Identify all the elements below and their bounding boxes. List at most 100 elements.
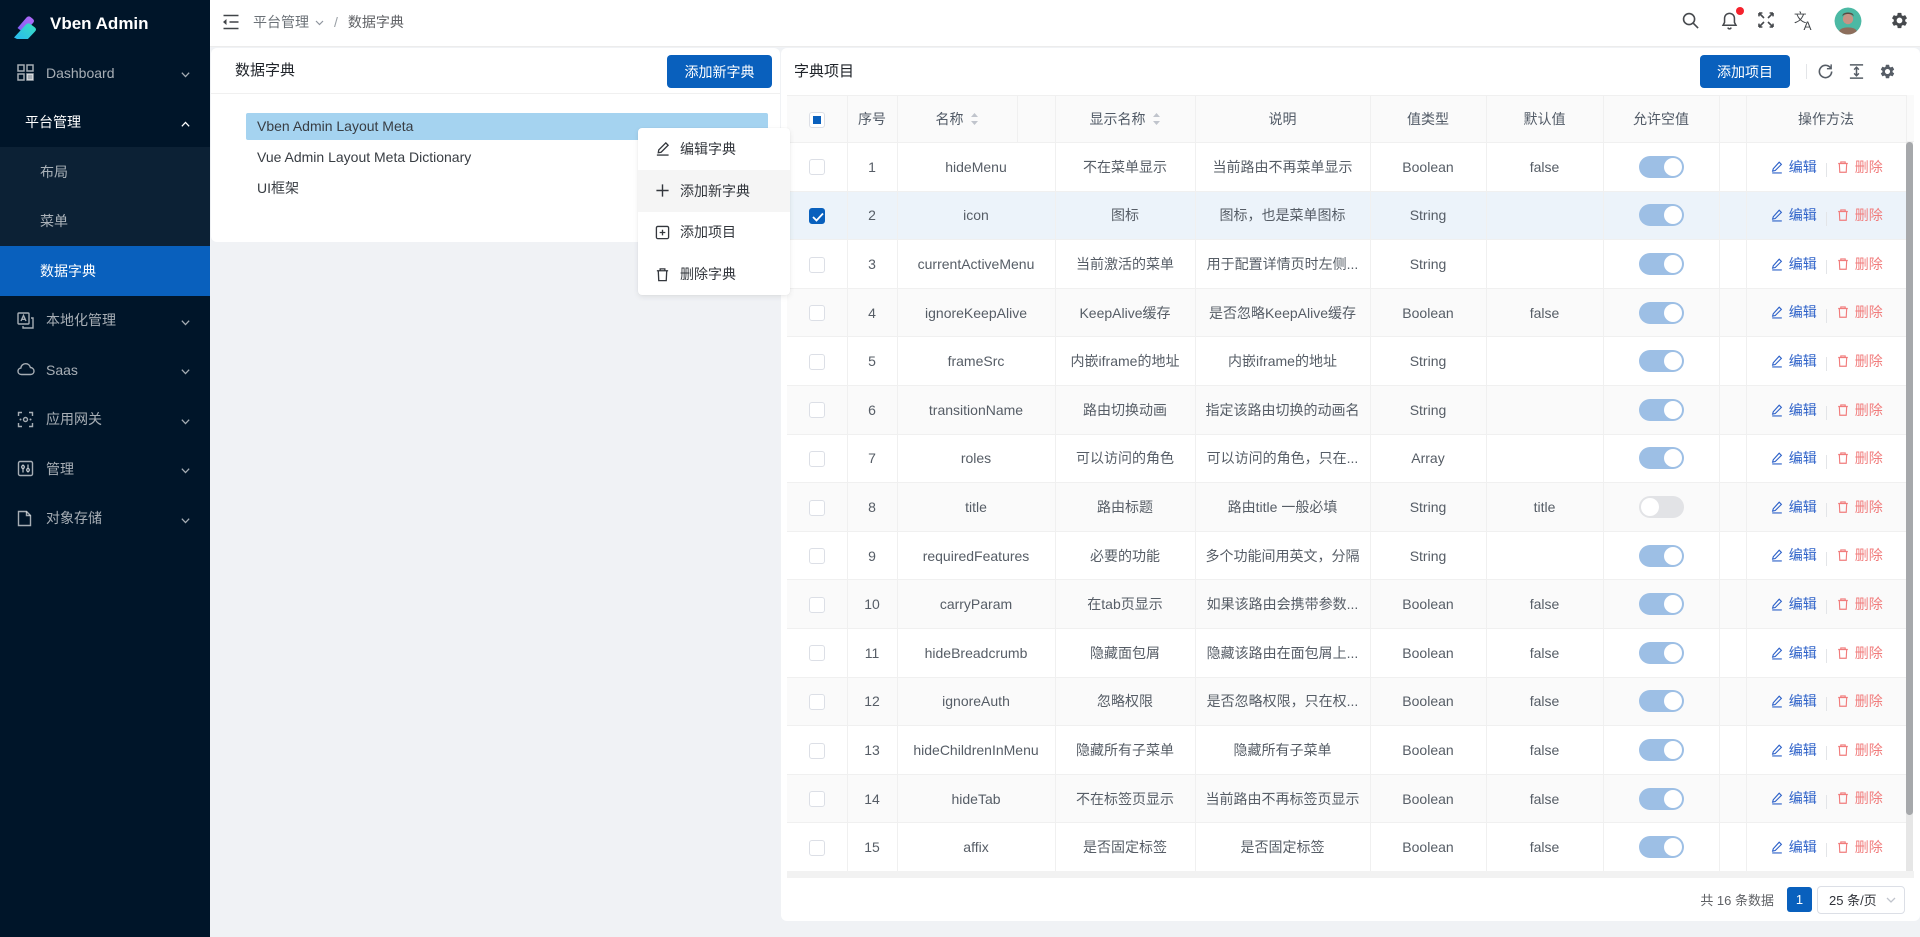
delete-link[interactable]: 删除 [1836,594,1883,614]
delete-link[interactable]: 删除 [1836,643,1883,663]
edit-link[interactable]: 编辑 [1770,205,1817,225]
context-menu-item-2[interactable]: 添加新字典 [638,170,790,212]
edit-link[interactable]: 编辑 [1770,497,1817,517]
edit-link[interactable]: 编辑 [1770,740,1817,760]
edit-link[interactable]: 编辑 [1770,837,1817,857]
edit-link[interactable]: 编辑 [1770,643,1817,663]
cell-type: Boolean [1370,677,1486,726]
header-cell-4[interactable]: 显示名称 [1055,96,1195,143]
delete-link[interactable]: 删除 [1836,302,1883,322]
edit-link[interactable]: 编辑 [1770,351,1817,371]
sort-carets-icon[interactable] [970,112,979,129]
sidebar-item-saas[interactable]: Saas [0,345,210,395]
row-checkbox[interactable] [809,402,825,418]
delete-link[interactable]: 删除 [1836,205,1883,225]
delete-link[interactable]: 删除 [1836,691,1883,711]
row-checkbox[interactable] [809,840,825,856]
delete-link[interactable]: 删除 [1836,448,1883,468]
select-all-checkbox[interactable] [809,112,825,128]
delete-link[interactable]: 删除 [1836,400,1883,420]
row-checkbox[interactable] [809,645,825,661]
edit-link[interactable]: 编辑 [1770,788,1817,808]
delete-link[interactable]: 删除 [1836,254,1883,274]
sidebar-item-对象存储[interactable]: 对象存储 [0,494,210,544]
sidebar-item-dashboard[interactable]: Dashboard [0,48,210,98]
add-item-button[interactable]: 添加项目 [1700,55,1790,88]
edit-link[interactable]: 编辑 [1770,545,1817,565]
horizontal-scrollbar[interactable] [787,871,1914,878]
sidebar-item-应用网关[interactable]: 应用网关 [0,395,210,445]
header-cell-2[interactable]: 名称 [897,96,1017,143]
delete-link[interactable]: 删除 [1836,157,1883,177]
delete-link[interactable]: 删除 [1836,837,1883,857]
nullable-toggle[interactable] [1639,690,1684,712]
search-icon[interactable] [1681,11,1701,31]
row-checkbox[interactable] [809,743,825,759]
vertical-scrollbar-thumb[interactable] [1906,142,1913,815]
delete-link[interactable]: 删除 [1836,788,1883,808]
add-dict-button[interactable]: 添加新字典 [667,55,772,88]
row-checkbox[interactable] [809,500,825,516]
nullable-toggle[interactable] [1639,496,1684,518]
row-checkbox[interactable] [809,694,825,710]
nullable-toggle[interactable] [1639,447,1684,469]
page-size-select[interactable]: 25 条/页 [1817,886,1905,914]
nullable-toggle[interactable] [1639,204,1684,226]
row-checkbox[interactable] [809,791,825,807]
delete-link[interactable]: 删除 [1836,740,1883,760]
edit-link[interactable]: 编辑 [1770,157,1817,177]
row-checkbox[interactable] [809,597,825,613]
nullable-toggle[interactable] [1639,399,1684,421]
breadcrumb-item-dict[interactable]: 数据字典 [348,12,404,32]
nullable-toggle[interactable] [1639,836,1684,858]
pencil-icon [1770,208,1784,222]
nullable-toggle[interactable] [1639,350,1684,372]
edit-link[interactable]: 编辑 [1770,594,1817,614]
sidebar-item-菜单[interactable]: 菜单 [0,197,210,247]
breadcrumb-item-platform[interactable]: 平台管理 [253,12,309,32]
translate-icon[interactable]: 文A [1794,11,1814,31]
sidebar-item-管理[interactable]: 管理 [0,444,210,494]
row-checkbox[interactable] [809,159,825,175]
sort-carets-icon[interactable] [1152,112,1161,129]
pagination-page-1[interactable]: 1 [1787,887,1812,912]
sidebar-item-数据字典[interactable]: 数据字典 [0,246,210,296]
nullable-toggle[interactable] [1639,642,1684,664]
context-menu-item-4[interactable]: 删除字典 [638,253,790,295]
row-checkbox[interactable] [809,305,825,321]
nullable-toggle[interactable] [1639,545,1684,567]
row-checkbox[interactable] [809,257,825,273]
notification-bell-icon[interactable] [1720,11,1740,31]
row-checkbox[interactable] [809,548,825,564]
edit-link[interactable]: 编辑 [1770,448,1817,468]
row-checkbox[interactable] [809,354,825,370]
table-settings-gear-icon[interactable] [1879,63,1896,80]
nullable-toggle[interactable] [1639,788,1684,810]
settings-gear-icon[interactable] [1890,11,1910,31]
sidebar-item-平台管理[interactable]: 平台管理 [0,98,210,148]
delete-link[interactable]: 删除 [1836,351,1883,371]
nullable-toggle[interactable] [1639,253,1684,275]
avatar[interactable] [1835,8,1862,35]
nullable-toggle[interactable] [1639,739,1684,761]
delete-link[interactable]: 删除 [1836,545,1883,565]
context-menu-item-1[interactable]: 编辑字典 [638,128,790,170]
sidebar-collapse-icon[interactable] [222,13,240,31]
delete-link[interactable]: 删除 [1836,497,1883,517]
row-checkbox[interactable] [809,451,825,467]
nullable-toggle[interactable] [1639,156,1684,178]
edit-link[interactable]: 编辑 [1770,302,1817,322]
refresh-icon[interactable] [1817,63,1834,80]
row-checkbox[interactable] [809,208,825,224]
edit-link[interactable]: 编辑 [1770,691,1817,711]
row-height-icon[interactable] [1848,63,1865,80]
nullable-toggle[interactable] [1639,302,1684,324]
context-menu-item-3[interactable]: 添加项目 [638,212,790,254]
nullable-toggle[interactable] [1639,593,1684,615]
app-logo[interactable]: Vben Admin [0,0,210,48]
sidebar-item-布局[interactable]: 布局 [0,147,210,197]
edit-link[interactable]: 编辑 [1770,400,1817,420]
fullscreen-icon[interactable] [1757,11,1777,31]
sidebar-item-本地化管理[interactable]: 本地化管理 [0,296,210,346]
edit-link[interactable]: 编辑 [1770,254,1817,274]
